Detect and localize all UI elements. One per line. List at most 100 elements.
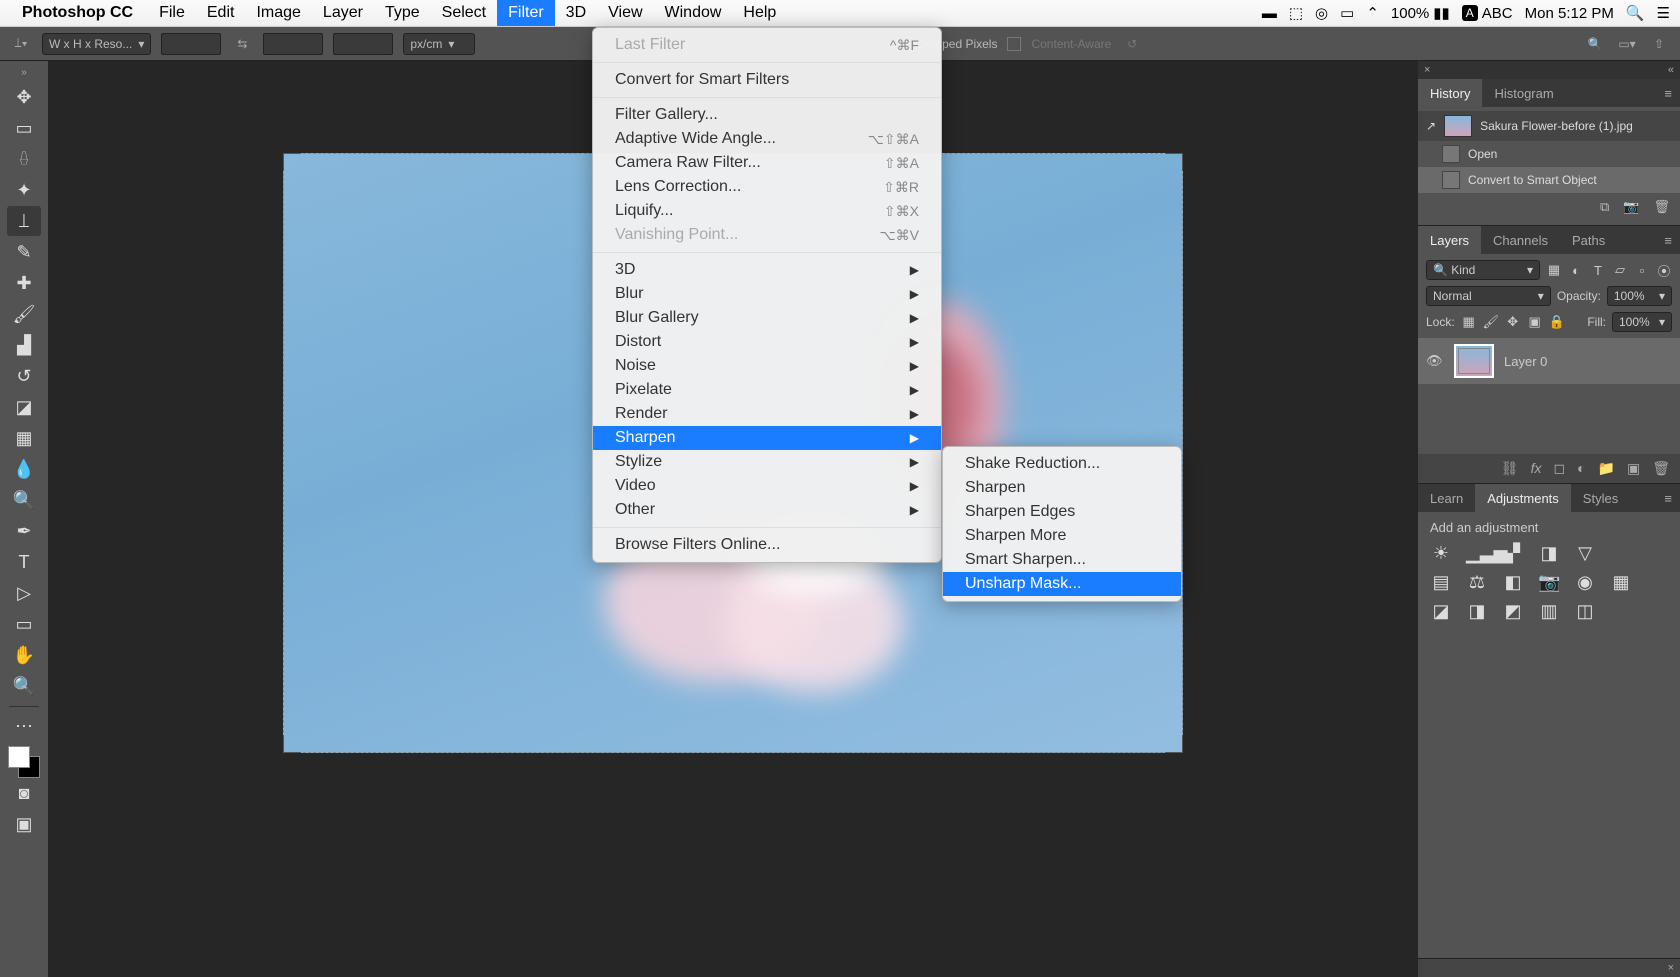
exposure-icon[interactable]: ◨ (1538, 543, 1560, 564)
bw-icon[interactable]: ◧ (1502, 572, 1524, 593)
blend-mode-select[interactable]: Normal▾ (1426, 286, 1551, 306)
filter-adaptive-wide-angle[interactable]: Adaptive Wide Angle...⌥⇧⌘A (593, 127, 941, 151)
crop-width-field[interactable] (161, 33, 221, 55)
move-tool[interactable]: ✥ (7, 82, 41, 112)
filter-distort[interactable]: Distort▶ (593, 330, 941, 354)
filter-type-icon[interactable]: T (1590, 262, 1606, 278)
crop-tool-preset-icon[interactable]: ⟘▾ (10, 33, 32, 55)
tab-paths[interactable]: Paths (1560, 226, 1617, 254)
filter-lens-correction[interactable]: Lens Correction...⇧⌘R (593, 175, 941, 199)
filter-smart-icon[interactable]: ▫ (1634, 262, 1650, 278)
menulet-icon[interactable]: ▬ (1262, 5, 1277, 22)
mask-icon[interactable]: ◻ (1553, 460, 1565, 477)
input-source[interactable]: A ABC (1462, 5, 1513, 22)
filter-vanishing-point[interactable]: Vanishing Point...⌥⌘V (593, 223, 941, 247)
invert-icon[interactable]: ◪ (1430, 601, 1452, 622)
content-aware-checkbox[interactable] (1007, 37, 1021, 51)
blur-tool[interactable]: 💧 (7, 454, 41, 484)
adjustment-layer-icon[interactable]: ◐ (1577, 460, 1585, 477)
adjustments-panel-menu-icon[interactable]: ≡ (1656, 484, 1680, 512)
screenmode-tool[interactable]: ▣ (7, 809, 41, 839)
delete-layer-icon[interactable]: 🗑 (1652, 460, 1670, 477)
filter-convert-smart[interactable]: Convert for Smart Filters (593, 68, 941, 92)
lock-paint-icon[interactable]: 🖌 (1483, 314, 1499, 330)
edit-toolbar[interactable]: ⋯ (7, 711, 41, 741)
hand-tool[interactable]: ✋ (7, 640, 41, 670)
filter-stylize[interactable]: Stylize▶ (593, 450, 941, 474)
menu-edit[interactable]: Edit (196, 0, 246, 26)
battery-status[interactable]: 100% ▮▮ (1391, 4, 1450, 22)
menu-filter[interactable]: Filter (497, 0, 555, 26)
tab-channels[interactable]: Channels (1481, 226, 1560, 254)
cc-icon[interactable]: ◎ (1315, 4, 1328, 22)
tab-learn[interactable]: Learn (1418, 484, 1475, 512)
curves-icon[interactable]: ▞ (1502, 543, 1524, 564)
filter-toggle-icon[interactable]: ⦿ (1656, 262, 1672, 278)
rectangle-tool[interactable]: ▭ (7, 609, 41, 639)
filter-camera-raw[interactable]: Camera Raw Filter...⇧⌘A (593, 151, 941, 175)
panel-collapse-icon[interactable]: « (1668, 64, 1674, 76)
color-balance-icon[interactable]: ⚖ (1466, 572, 1488, 593)
spotlight-icon[interactable]: 🔍 (1626, 4, 1645, 22)
menu-file[interactable]: File (148, 0, 196, 26)
link-layers-icon[interactable]: ⛓ (1501, 460, 1519, 477)
layer-name[interactable]: Layer 0 (1504, 354, 1547, 369)
filter-last[interactable]: Last Filter^⌘F (593, 33, 941, 57)
vibrance-icon[interactable]: ▽ (1574, 543, 1596, 564)
quick-select-tool[interactable]: ✦ (7, 175, 41, 205)
menu-view[interactable]: View (597, 0, 653, 26)
sharpen-unsharp-mask[interactable]: Unsharp Mask... (943, 572, 1181, 596)
new-layer-icon[interactable]: ▣ (1627, 460, 1640, 477)
layer-0-row[interactable]: 👁 Layer 0 (1418, 338, 1680, 384)
tab-adjustments[interactable]: Adjustments (1475, 484, 1571, 512)
filter-sharpen[interactable]: Sharpen▶ (593, 426, 941, 450)
tab-styles[interactable]: Styles (1571, 484, 1630, 512)
clone-stamp-tool[interactable]: ▟ (7, 330, 41, 360)
dodge-tool[interactable]: 🔍 (7, 485, 41, 515)
lock-artboard-icon[interactable]: ▣ (1527, 314, 1543, 330)
posterize-icon[interactable]: ◨ (1466, 601, 1488, 622)
history-document[interactable]: ↗ Sakura Flower-before (1).jpg (1418, 111, 1680, 141)
filter-shape-icon[interactable]: ▱ (1612, 262, 1628, 278)
app-name[interactable]: Photoshop CC (22, 4, 133, 22)
gradient-tool[interactable]: ▦ (7, 423, 41, 453)
crop-tool[interactable]: ⟘ (7, 206, 41, 236)
lock-position-icon[interactable]: ✥ (1505, 314, 1521, 330)
levels-icon[interactable]: ▁▃▅ (1466, 543, 1488, 564)
filter-adjust-icon[interactable]: ◐ (1568, 262, 1584, 278)
search-icon[interactable]: 🔍 (1584, 33, 1606, 55)
crop-unit-select[interactable]: px/cm▾ (403, 33, 475, 55)
fill-field[interactable]: 100%▾ (1612, 312, 1672, 332)
channel-mixer-icon[interactable]: ◉ (1574, 572, 1596, 593)
brightness-icon[interactable]: ☀ (1430, 543, 1452, 564)
crop-preset-select[interactable]: W x H x Reso...▾ (42, 33, 151, 55)
menu-3d[interactable]: 3D (555, 0, 597, 26)
filter-blur-gallery[interactable]: Blur Gallery▶ (593, 306, 941, 330)
layer-filter-kind[interactable]: 🔍 Kind▾ (1426, 260, 1540, 280)
history-panel-menu-icon[interactable]: ≡ (1656, 79, 1680, 107)
eraser-tool[interactable]: ◪ (7, 392, 41, 422)
filter-render[interactable]: Render▶ (593, 402, 941, 426)
filter-blur[interactable]: Blur▶ (593, 282, 941, 306)
tools-collapse-icon[interactable]: » (21, 67, 27, 78)
healing-tool[interactable]: ✚ (7, 268, 41, 298)
gradient-map-icon[interactable]: ▥ (1538, 601, 1560, 622)
history-step-convert[interactable]: Convert to Smart Object (1418, 167, 1680, 193)
menu-select[interactable]: Select (431, 0, 497, 26)
menu-layer[interactable]: Layer (312, 0, 374, 26)
sharpen-sharpen[interactable]: Sharpen (943, 476, 1181, 500)
panel-close-icon[interactable]: × (1424, 64, 1430, 76)
hue-icon[interactable]: ▤ (1430, 572, 1452, 593)
tab-histogram[interactable]: Histogram (1482, 79, 1565, 107)
menu-help[interactable]: Help (732, 0, 787, 26)
reset-icon[interactable]: ↺ (1121, 33, 1143, 55)
new-snapshot-icon[interactable]: ⧉ (1600, 199, 1609, 215)
filter-liquify[interactable]: Liquify...⇧⌘X (593, 199, 941, 223)
sharpen-shake-reduction[interactable]: Shake Reduction... (943, 452, 1181, 476)
brush-tool[interactable]: 🖌 (7, 299, 41, 329)
filter-other[interactable]: Other▶ (593, 498, 941, 522)
fx-icon[interactable]: fx (1531, 460, 1542, 477)
menu-window[interactable]: Window (654, 0, 733, 26)
history-brush-tool[interactable]: ↺ (7, 361, 41, 391)
group-icon[interactable]: 📁 (1598, 460, 1615, 477)
